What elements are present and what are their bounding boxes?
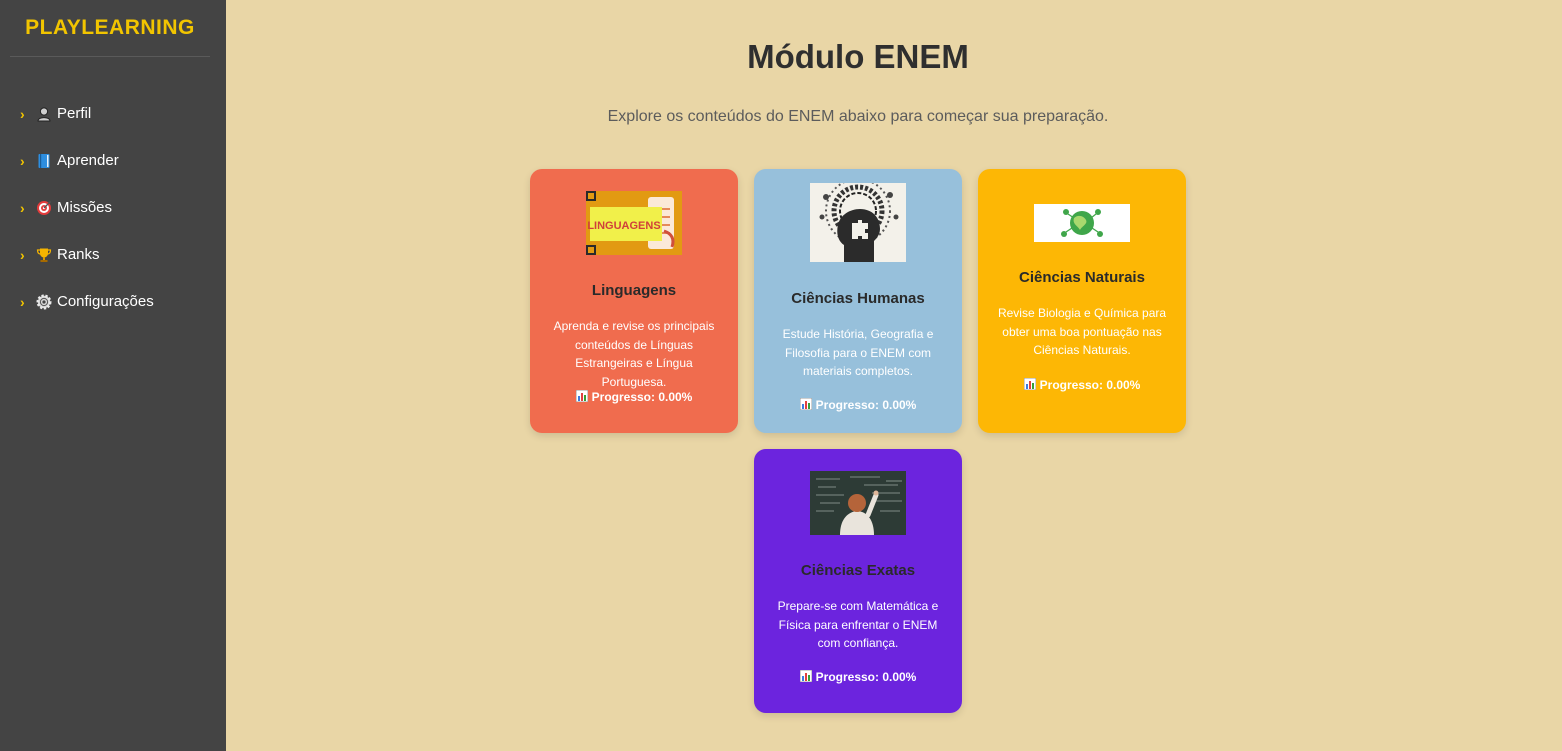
card-linguagens[interactable]: LINGUAGENS Linguagens Aprenda e revise o… — [530, 169, 738, 433]
sidebar-nav: › Perfil › Aprender › Missões › Ranks › … — [0, 90, 226, 325]
bar-chart-icon — [575, 389, 589, 403]
card-title: Ciências Exatas — [800, 562, 916, 579]
profile-icon — [34, 104, 54, 124]
card-description: Aprenda e revise os principais conteúdos… — [553, 319, 715, 389]
bar-chart-icon — [799, 397, 813, 411]
sidebar-item-aprender[interactable]: › Aprender — [0, 137, 226, 184]
sidebar-item-label: Missões — [57, 199, 113, 216]
chevron-right-icon: › — [20, 293, 25, 310]
chevron-right-icon: › — [20, 199, 25, 216]
card-progress-label: Progresso: 0.00% — [815, 670, 917, 684]
page-subtitle: Explore os conteúdos do ENEM abaixo para… — [607, 108, 1109, 125]
card-description: Revise Biologia e Química para obter uma… — [997, 306, 1167, 357]
page-title: Módulo ENEM — [747, 38, 969, 75]
trophy-icon — [34, 245, 54, 265]
card-progress-label: Progresso: 0.00% — [1039, 378, 1141, 392]
chevron-right-icon: › — [20, 105, 25, 122]
sidebar-item-configuracoes[interactable]: › Configurações — [0, 278, 226, 325]
bar-chart-icon — [1023, 377, 1037, 391]
sidebar-item-label: Ranks — [57, 246, 100, 263]
bar-chart-icon — [799, 669, 813, 683]
sidebar-item-missoes[interactable]: › Missões — [0, 184, 226, 231]
ciencias-humanas-image — [810, 183, 906, 262]
card-ciencias-humanas[interactable]: Ciências Humanas Estude História, Geogra… — [754, 169, 962, 433]
card-progress: Progresso: 0.00% — [754, 397, 962, 412]
card-progress: Progresso: 0.00% — [978, 377, 1186, 392]
linguagens-image: LINGUAGENS — [586, 191, 682, 255]
card-progress: Progresso: 0.00% — [530, 389, 738, 404]
sidebar-item-perfil[interactable]: › Perfil — [0, 90, 226, 137]
gear-icon — [34, 292, 54, 312]
card-ciencias-naturais[interactable]: Ciências Naturais Revise Biologia e Quím… — [978, 169, 1186, 433]
sidebar-item-label: Aprender — [57, 152, 119, 169]
linguagens-image-text: LINGUAGENS — [587, 220, 660, 232]
sidebar-item-label: Perfil — [57, 105, 92, 122]
ciencias-exatas-image — [810, 471, 906, 535]
card-progress-label: Progresso: 0.00% — [815, 398, 917, 412]
card-description: Estude História, Geografia e Filosofia p… — [782, 327, 934, 378]
sidebar-item-label: Configurações — [57, 293, 154, 310]
card-ciencias-exatas[interactable]: Ciências Exatas Prepare-se com Matemátic… — [754, 449, 962, 713]
sidebar-item-ranks[interactable]: › Ranks — [0, 231, 226, 278]
chevron-right-icon: › — [20, 152, 25, 169]
main-content: Módulo ENEM Explore os conteúdos do ENEM… — [226, 0, 1562, 751]
card-title: Ciências Humanas — [791, 290, 925, 307]
chevron-right-icon: › — [20, 246, 25, 263]
card-description: Prepare-se com Matemática e Física para … — [777, 599, 939, 650]
brand-logo[interactable]: PLAYLEARNING — [10, 0, 210, 57]
book-icon — [34, 151, 54, 171]
card-progress-label: Progresso: 0.00% — [591, 390, 693, 404]
card-title: Linguagens — [591, 282, 677, 299]
card-progress: Progresso: 0.00% — [754, 669, 962, 684]
target-icon — [34, 198, 54, 218]
sidebar: PLAYLEARNING › Perfil › Aprender › Missõ… — [0, 0, 226, 751]
card-title: Ciências Naturais — [1019, 269, 1145, 286]
ciencias-naturais-image — [1034, 204, 1130, 242]
